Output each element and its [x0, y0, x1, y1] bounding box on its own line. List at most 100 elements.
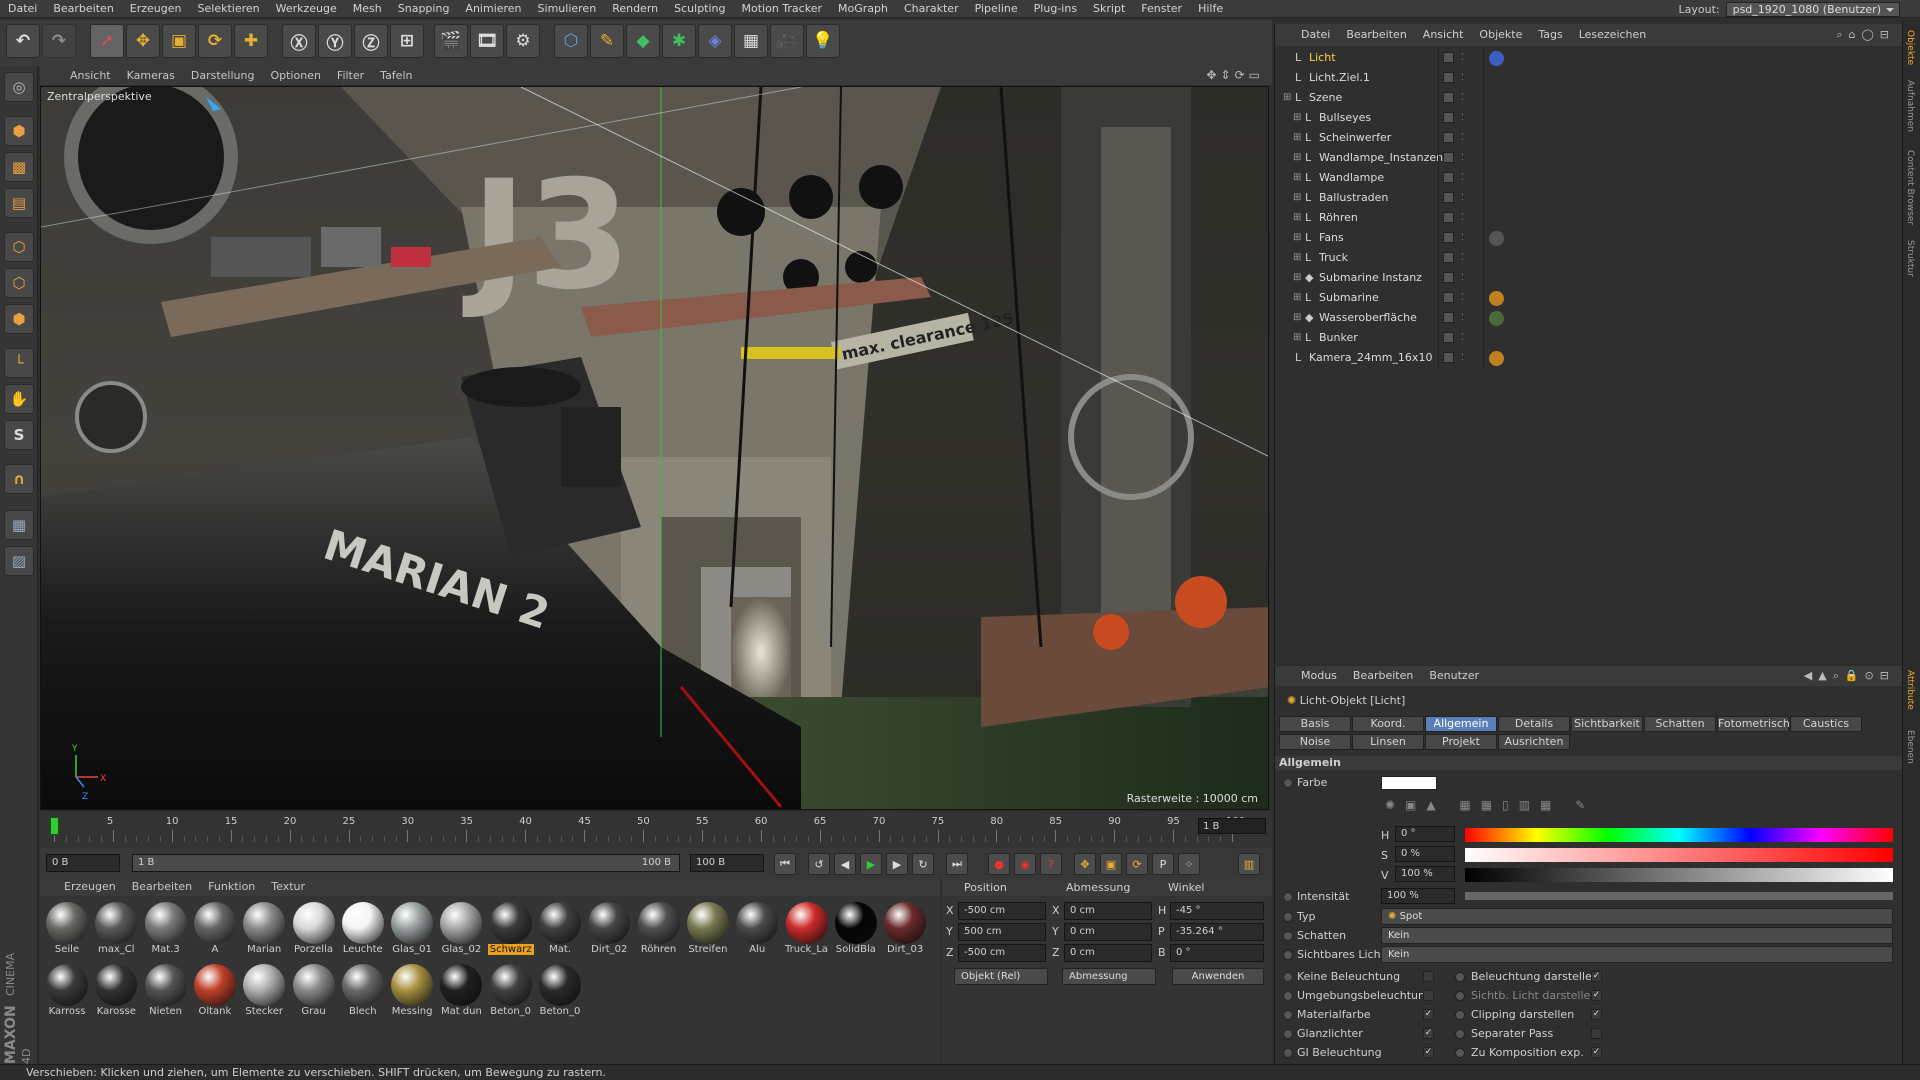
workplane-mode-icon[interactable]: ▤ — [4, 188, 34, 218]
object-render-dots[interactable]: ⁚ — [1461, 248, 1464, 268]
viewport-menu-item-0[interactable]: Ansicht — [62, 66, 119, 85]
light-icon[interactable]: 💡 — [806, 24, 840, 58]
material-swatch[interactable]: Mat.3 — [143, 900, 189, 958]
object-render-dots[interactable]: ⁚ — [1461, 228, 1464, 248]
object-visibility-toggle[interactable] — [1443, 332, 1454, 343]
object-row[interactable]: ⊞ L Röhren ⁚ — [1275, 208, 1903, 228]
tweak-mode-icon[interactable]: ✋ — [4, 384, 34, 414]
object-render-dots[interactable]: ⁚ — [1461, 108, 1464, 128]
option-anim-dot[interactable] — [1455, 1010, 1465, 1020]
material-swatch[interactable]: Streifen — [685, 900, 731, 958]
object-row[interactable]: ⊞ L Bunker ⁚ — [1275, 328, 1903, 348]
object-render-dots[interactable]: ⁚ — [1461, 268, 1464, 288]
z-axis-lock-icon[interactable]: Ⓩ — [354, 24, 388, 58]
menu-item-6[interactable]: Snapping — [390, 0, 458, 18]
menu-item-4[interactable]: Werkzeuge — [268, 0, 345, 18]
points-mode-icon[interactable]: ⬡ — [4, 232, 34, 262]
hue-slider[interactable] — [1465, 828, 1893, 842]
saturation-slider[interactable] — [1465, 848, 1893, 862]
menu-item-2[interactable]: Erzeugen — [122, 0, 190, 18]
snap-icon[interactable]: S — [4, 420, 34, 450]
material-swatch[interactable]: Schwarz — [487, 900, 534, 958]
object-tag-icon[interactable] — [1489, 51, 1504, 66]
scale-tool-icon[interactable]: ▣ — [162, 24, 196, 58]
object-search-icon[interactable]: ⌕⌂◯⊟ — [1836, 28, 1895, 42]
object-menu-item-3[interactable]: Objekte — [1471, 24, 1530, 46]
menu-item-11[interactable]: Motion Tracker — [734, 0, 830, 18]
step-forward-icon[interactable]: ▶ — [886, 853, 908, 875]
expand-toggle-icon[interactable]: ⊞ — [1293, 328, 1301, 348]
cube-primitive-icon[interactable]: ⬡ — [554, 24, 588, 58]
expand-toggle-icon[interactable]: ⊞ — [1293, 228, 1301, 248]
object-row[interactable]: ⊞ ◆ Wasseroberfläche ⁚ — [1275, 308, 1903, 328]
menu-item-9[interactable]: Rendern — [604, 0, 666, 18]
polygons-mode-icon[interactable]: ⬢ — [4, 304, 34, 334]
attribute-nav-icons[interactable]: ◀▲⌕🔒⊙⊟ — [1804, 669, 1895, 683]
option-anim-dot[interactable] — [1283, 991, 1293, 1001]
lock-workplane-icon[interactable]: ▨ — [4, 546, 34, 576]
option-anim-dot[interactable] — [1283, 972, 1293, 982]
end-frame-field[interactable]: 100 B — [690, 854, 764, 872]
object-render-dots[interactable]: ⁚ — [1461, 168, 1464, 188]
object-visibility-toggle[interactable] — [1443, 112, 1454, 123]
coord-position-field[interactable]: -500 cm — [958, 944, 1046, 962]
menu-item-0[interactable]: Datei — [0, 0, 45, 18]
material-swatch[interactable]: Marian — [241, 900, 287, 958]
timeline-window-icon[interactable]: ▥ — [1238, 853, 1260, 875]
viewport-menu-item-4[interactable]: Filter — [329, 66, 372, 85]
object-row[interactable]: ⊞ L Szene ⁚ — [1275, 88, 1903, 108]
viewport-menu-item-1[interactable]: Kameras — [119, 66, 183, 85]
menu-item-14[interactable]: Pipeline — [967, 0, 1026, 18]
object-menu-item-5[interactable]: Lesezeichen — [1571, 24, 1655, 46]
object-tag-icon[interactable] — [1489, 351, 1504, 366]
apply-button[interactable]: Anwenden — [1172, 968, 1264, 985]
expand-toggle-icon[interactable]: ⊞ — [1293, 288, 1301, 308]
right-tab-3[interactable]: Struktur — [1905, 240, 1915, 277]
object-visibility-toggle[interactable] — [1443, 172, 1454, 183]
expand-toggle-icon[interactable]: ⊞ — [1283, 88, 1291, 108]
object-menu-item-4[interactable]: Tags — [1530, 24, 1570, 46]
material-swatch[interactable]: Grau — [291, 962, 337, 1020]
right-tab-1[interactable]: Aufnahmen — [1905, 80, 1915, 132]
frame-range-slider[interactable]: 1 B 100 B — [132, 854, 680, 872]
option-checkbox[interactable]: ✓ — [1591, 1047, 1602, 1058]
object-row[interactable]: ⊞ L Fans ⁚ — [1275, 228, 1903, 248]
y-axis-lock-icon[interactable]: Ⓨ — [318, 24, 352, 58]
option-anim-dot[interactable] — [1455, 1048, 1465, 1058]
viewport-menu-item-5[interactable]: Tafeln — [372, 66, 420, 85]
right-tab-5[interactable]: Ebenen — [1905, 730, 1915, 764]
option-checkbox[interactable] — [1423, 990, 1434, 1001]
coord-size-field[interactable]: 0 cm — [1064, 923, 1152, 941]
material-swatch[interactable]: Röhren — [636, 900, 682, 958]
material-menu-item-3[interactable]: Textur — [263, 878, 313, 896]
object-tag-icon[interactable] — [1489, 311, 1504, 326]
loop-forward-icon[interactable]: ↻ — [912, 853, 934, 875]
expand-toggle-icon[interactable]: ⊞ — [1293, 148, 1301, 168]
object-render-dots[interactable]: ⁚ — [1461, 288, 1464, 308]
object-render-dots[interactable]: ⁚ — [1461, 208, 1464, 228]
material-swatch[interactable]: Porzella — [291, 900, 337, 958]
tab-projekt[interactable]: Projekt — [1425, 734, 1497, 750]
texture-mode-icon[interactable]: ▩ — [4, 152, 34, 182]
key-pla-icon[interactable]: ⁘ — [1178, 853, 1200, 875]
object-visibility-toggle[interactable] — [1443, 252, 1454, 263]
right-tab-0[interactable]: Objekte — [1905, 30, 1915, 65]
option-checkbox[interactable] — [1591, 1028, 1602, 1039]
object-render-dots[interactable]: ⁚ — [1461, 148, 1464, 168]
object-visibility-toggle[interactable] — [1443, 72, 1454, 83]
value-slider[interactable] — [1465, 868, 1893, 882]
menu-item-3[interactable]: Selektieren — [190, 0, 268, 18]
menu-item-8[interactable]: Simulieren — [530, 0, 605, 18]
h-field[interactable]: 0 ° — [1395, 826, 1455, 842]
object-visibility-toggle[interactable] — [1443, 192, 1454, 203]
object-row[interactable]: L Kamera_24mm_16x10 ⁚ — [1275, 348, 1903, 368]
material-swatch[interactable]: Mat. — [537, 900, 583, 958]
tab-fotometrisch[interactable]: Fotometrisch — [1717, 716, 1790, 732]
object-render-dots[interactable]: ⁚ — [1461, 68, 1464, 88]
right-tab-2[interactable]: Content Browser — [1905, 150, 1915, 225]
viewport-menu-item-3[interactable]: Optionen — [262, 66, 328, 85]
render-view-icon[interactable]: 🎬 — [434, 24, 468, 58]
sichtbares-licht-dropdown[interactable]: Kein — [1381, 946, 1893, 963]
object-render-dots[interactable]: ⁚ — [1461, 328, 1464, 348]
object-render-dots[interactable]: ⁚ — [1461, 128, 1464, 148]
